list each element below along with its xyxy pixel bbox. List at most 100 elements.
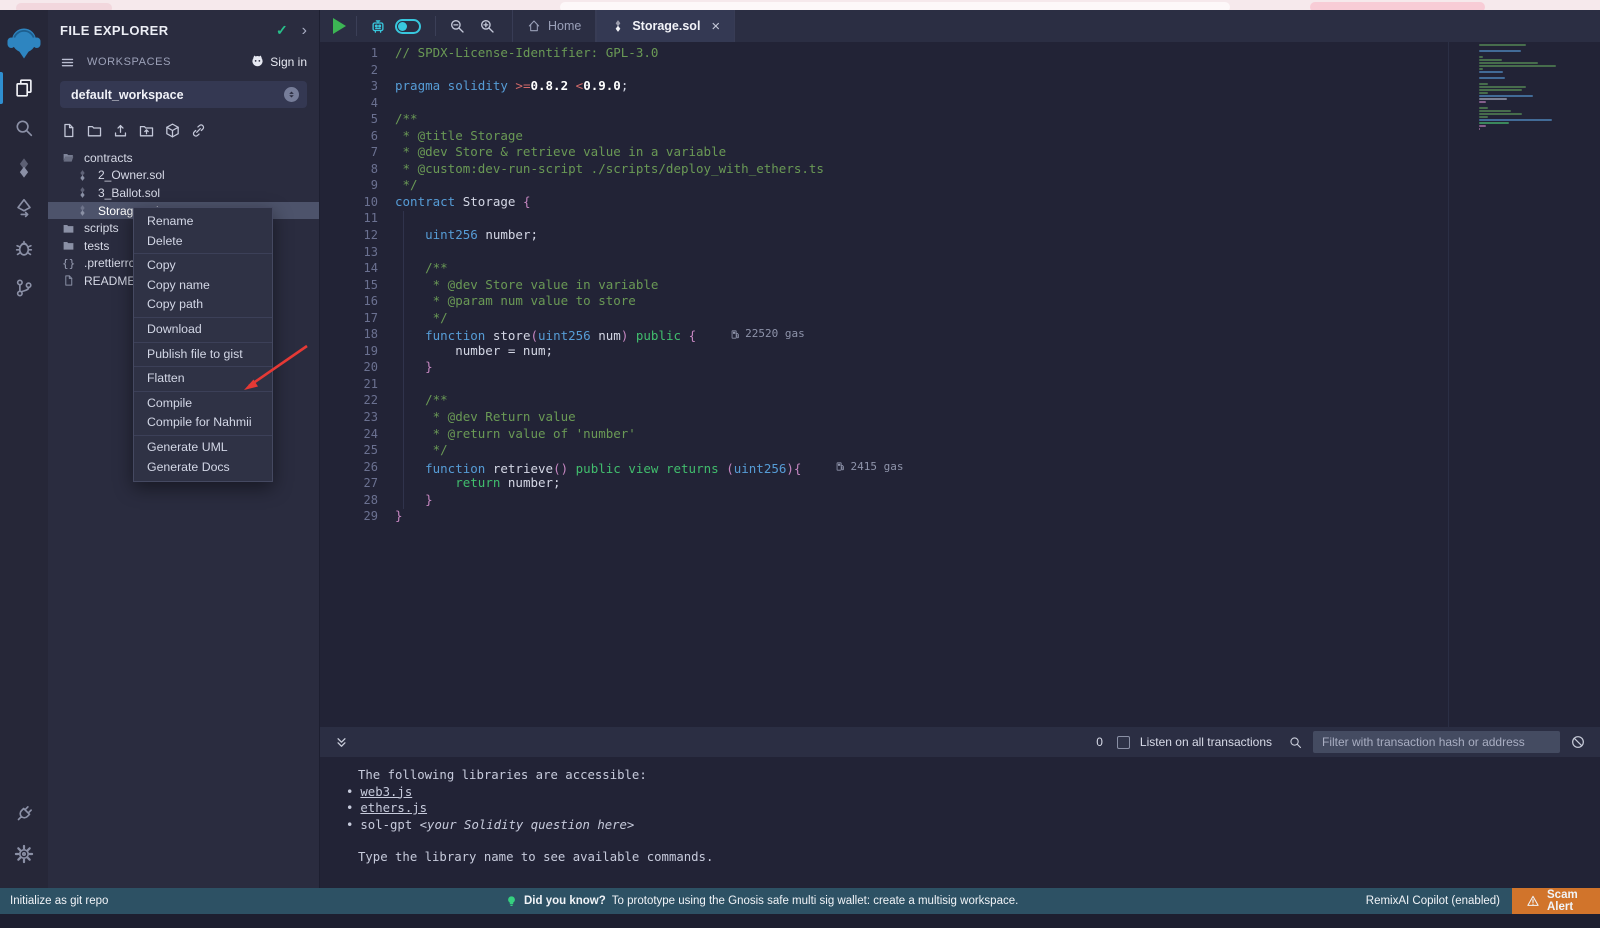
line-number[interactable]: 3 <box>320 78 378 95</box>
line-number[interactable]: 24 <box>320 426 378 443</box>
rail-item-debugger[interactable] <box>0 228 48 268</box>
clear-console-icon[interactable] <box>1570 734 1586 750</box>
check-icon[interactable]: ✓ <box>276 22 288 39</box>
line-number[interactable]: 25 <box>320 442 378 459</box>
rail-item-search[interactable] <box>0 108 48 148</box>
line-number[interactable]: 29 <box>320 508 378 525</box>
rail-item-deploy-run[interactable] <box>0 188 48 228</box>
line-number[interactable]: 2 <box>320 62 378 79</box>
line-number[interactable]: 15 <box>320 277 378 294</box>
new-file-icon[interactable] <box>60 122 77 139</box>
run-script-button[interactable] <box>320 10 350 42</box>
code-line: 9 */ <box>320 177 1600 194</box>
solidity-icon <box>13 157 35 179</box>
tree-item-3-ballot-sol[interactable]: 3_Ballot.sol <box>48 184 319 202</box>
line-number[interactable]: 12 <box>320 227 378 244</box>
library-link[interactable]: ethers.js <box>360 801 427 815</box>
line-number[interactable]: 13 <box>320 244 378 261</box>
line-number[interactable]: 5 <box>320 111 378 128</box>
tab-home[interactable]: Home <box>512 10 596 42</box>
line-number[interactable]: 14 <box>320 260 378 277</box>
rail-item-solidity-compiler[interactable] <box>0 148 48 188</box>
code-line: 24 * @return value of 'number' <box>320 426 1600 443</box>
zoom-out-button[interactable] <box>442 10 472 42</box>
menu-divider <box>134 253 272 254</box>
line-number[interactable]: 20 <box>320 359 378 376</box>
chevron-right-icon[interactable]: › <box>302 25 307 37</box>
expand-terminal-icon[interactable] <box>334 735 349 750</box>
line-number[interactable]: 11 <box>320 210 378 227</box>
context-menu-copy-name[interactable]: Copy name <box>134 276 272 296</box>
upload-folder-icon[interactable] <box>138 122 155 139</box>
rail-item-settings[interactable] <box>0 834 48 874</box>
line-number[interactable]: 1 <box>320 45 378 62</box>
context-menu-copy-path[interactable]: Copy path <box>134 295 272 315</box>
copilot-status[interactable]: RemixAI Copilot (enabled) <box>1366 895 1500 907</box>
tree-item-contracts[interactable]: contracts <box>48 149 319 167</box>
close-tab-icon[interactable]: × <box>711 18 720 35</box>
zoom-in-button[interactable] <box>472 10 502 42</box>
code-line: 14 /** <box>320 260 1600 277</box>
hamburger-menu-icon[interactable] <box>60 55 75 70</box>
rail-item-plugin-manager[interactable] <box>0 794 48 834</box>
line-number[interactable]: 22 <box>320 392 378 409</box>
sign-in-button[interactable]: Sign in <box>250 53 307 71</box>
code-line: 25 */ <box>320 442 1600 459</box>
line-number[interactable]: 23 <box>320 409 378 426</box>
code-editor[interactable]: 1// SPDX-License-Identifier: GPL-3.023pr… <box>320 42 1600 727</box>
rail-item-file-explorer[interactable] <box>0 68 48 108</box>
transaction-filter-input[interactable] <box>1313 731 1560 753</box>
line-number[interactable]: 6 <box>320 128 378 145</box>
context-menu-generate-docs[interactable]: Generate Docs <box>134 458 272 478</box>
context-menu-rename[interactable]: Rename <box>134 212 272 232</box>
terminal-search-icon[interactable] <box>1288 735 1303 750</box>
code-text: function store(uint256 num) public {2252… <box>378 326 805 343</box>
ai-copilot-robot-icon[interactable] <box>363 10 393 42</box>
new-folder-icon[interactable] <box>86 122 103 139</box>
browser-chrome-strip <box>0 0 1600 10</box>
code-line: 8 * @custom:dev-run-script ./scripts/dep… <box>320 161 1600 178</box>
line-number[interactable]: 4 <box>320 95 378 112</box>
code-content: 1// SPDX-License-Identifier: GPL-3.023pr… <box>320 45 1600 525</box>
line-number[interactable]: 26 <box>320 459 378 476</box>
context-menu-download[interactable]: Download <box>134 320 272 340</box>
context-menu-generate-uml[interactable]: Generate UML <box>134 438 272 458</box>
copilot-toggle[interactable] <box>395 19 421 34</box>
rail-item-git[interactable] <box>0 268 48 308</box>
line-number[interactable]: 27 <box>320 475 378 492</box>
line-number[interactable]: 16 <box>320 293 378 310</box>
sign-in-label: Sign in <box>270 55 307 69</box>
context-menu-compile[interactable]: Compile <box>134 394 272 414</box>
code-line: 5/** <box>320 111 1600 128</box>
line-number[interactable]: 17 <box>320 310 378 327</box>
line-number[interactable]: 21 <box>320 376 378 393</box>
tree-item-2-owner-sol[interactable]: 2_Owner.sol <box>48 167 319 185</box>
line-number[interactable]: 18 <box>320 326 378 343</box>
scam-alert-button[interactable]: Scam Alert <box>1512 888 1600 914</box>
workspace-sort-icon[interactable] <box>284 87 299 102</box>
context-menu-publish-file-to-gist[interactable]: Publish file to gist <box>134 345 272 365</box>
code-text <box>378 210 395 227</box>
listen-transactions-checkbox[interactable] <box>1117 736 1130 749</box>
minimap[interactable] <box>1479 44 1563 131</box>
workspace-select[interactable]: default_workspace <box>60 81 307 108</box>
line-number[interactable]: 7 <box>320 144 378 161</box>
line-number[interactable]: 28 <box>320 492 378 509</box>
line-number[interactable]: 9 <box>320 177 378 194</box>
upload-file-icon[interactable] <box>112 122 129 139</box>
code-line: 6 * @title Storage <box>320 128 1600 145</box>
link-icon[interactable] <box>190 122 207 139</box>
context-menu-delete[interactable]: Delete <box>134 232 272 252</box>
terminal-output[interactable]: The following libraries are accessible: … <box>320 757 1600 888</box>
line-number[interactable]: 19 <box>320 343 378 360</box>
context-menu-compile-for-nahmii[interactable]: Compile for Nahmii <box>134 413 272 433</box>
context-menu-copy[interactable]: Copy <box>134 256 272 276</box>
cube-icon[interactable] <box>164 122 181 139</box>
tab-storage-sol[interactable]: Storage.sol× <box>596 10 735 42</box>
line-number[interactable]: 8 <box>320 161 378 178</box>
init-git-repo-button[interactable]: Initialize as git repo <box>10 895 108 907</box>
context-menu-flatten[interactable]: Flatten <box>134 369 272 389</box>
line-number[interactable]: 10 <box>320 194 378 211</box>
code-text <box>378 62 395 79</box>
library-link[interactable]: web3.js <box>360 785 412 799</box>
